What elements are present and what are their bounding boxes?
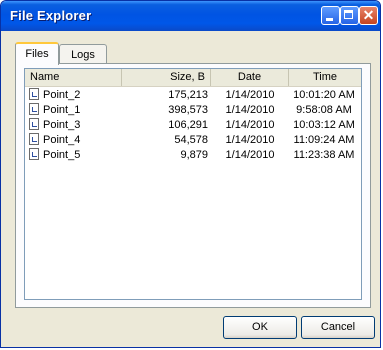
file-size: 106,291 (168, 119, 208, 131)
file-name-cell: Point_1 (29, 103, 122, 118)
file-name: Point_4 (43, 134, 81, 146)
ok-button[interactable]: OK (223, 316, 297, 339)
file-size: 9,879 (180, 149, 208, 161)
window-title: File Explorer (10, 8, 92, 23)
file-name: Point_3 (43, 119, 81, 131)
close-icon: ✕ (362, 7, 375, 23)
file-name-cell: Point_3 (29, 118, 122, 133)
cancel-button[interactable]: Cancel (301, 316, 375, 339)
file-name: Point_5 (43, 149, 81, 161)
file-time: 9:58:08 AM (296, 104, 352, 116)
minimize-icon (326, 18, 333, 21)
list-item[interactable]: Point_1 398,573 1/14/2010 9:58:08 AM (25, 103, 361, 118)
file-size: 398,573 (168, 104, 208, 116)
document-icon (29, 103, 39, 115)
file-date: 1/14/2010 (225, 104, 275, 116)
tab-panel-files: Name Size, B Date Time Point_2 175,213 1… (15, 63, 371, 308)
file-time: 10:01:20 AM (293, 89, 355, 101)
file-name-cell: Point_5 (29, 148, 122, 163)
column-header-size[interactable]: Size, B (122, 69, 211, 86)
file-time: 10:03:12 AM (293, 119, 355, 131)
file-name-cell: Point_4 (29, 133, 122, 148)
file-time: 11:09:24 AM (293, 134, 355, 146)
tab-files[interactable]: Files (15, 42, 59, 65)
list-item[interactable]: Point_5 9,879 1/14/2010 11:23:38 AM (25, 148, 361, 163)
column-header-name[interactable]: Name (25, 69, 122, 86)
maximize-icon (344, 10, 353, 19)
document-icon (29, 133, 39, 145)
maximize-button[interactable] (340, 6, 359, 25)
close-button[interactable]: ✕ (359, 6, 378, 25)
file-size: 54,578 (174, 134, 208, 146)
file-date: 1/14/2010 (225, 89, 275, 101)
file-date: 1/14/2010 (225, 119, 275, 131)
file-date: 1/14/2010 (225, 149, 275, 161)
list-item[interactable]: Point_2 175,213 1/14/2010 10:01:20 AM (25, 88, 361, 103)
title-bar[interactable]: File Explorer ✕ (1, 1, 380, 31)
tab-logs[interactable]: Logs (59, 44, 107, 64)
document-icon (29, 148, 39, 160)
column-header-date[interactable]: Date (211, 69, 289, 86)
minimize-button[interactable] (321, 6, 340, 25)
file-name-cell: Point_2 (29, 88, 122, 103)
file-list[interactable]: Name Size, B Date Time Point_2 175,213 1… (24, 68, 362, 300)
file-name: Point_1 (43, 104, 81, 116)
file-size: 175,213 (168, 89, 208, 101)
list-item[interactable]: Point_4 54,578 1/14/2010 11:09:24 AM (25, 133, 361, 148)
file-time: 11:23:38 AM (293, 149, 355, 161)
file-date: 1/14/2010 (225, 134, 275, 146)
file-explorer-window: File Explorer ✕ Files Logs Name Size, B … (0, 0, 381, 348)
list-header: Name Size, B Date Time (25, 69, 361, 87)
document-icon (29, 118, 39, 130)
column-header-time[interactable]: Time (289, 69, 361, 86)
list-item[interactable]: Point_3 106,291 1/14/2010 10:03:12 AM (25, 118, 361, 133)
file-name: Point_2 (43, 89, 81, 101)
document-icon (29, 88, 39, 100)
